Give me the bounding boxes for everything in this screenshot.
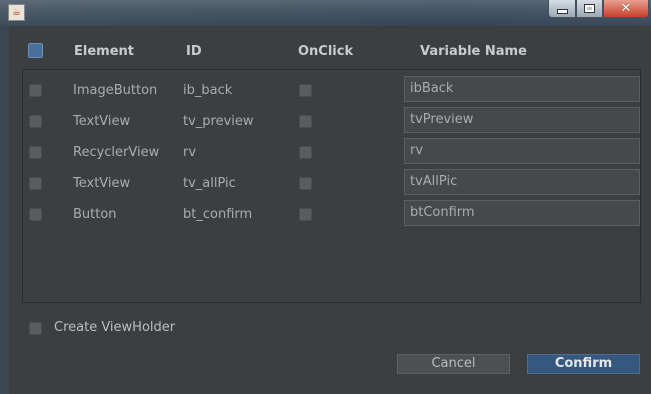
header-onclick: OnClick bbox=[298, 44, 354, 59]
variable-name-field[interactable]: tvPreview bbox=[404, 107, 640, 133]
element-type: RecyclerView bbox=[73, 145, 160, 160]
minimize-icon bbox=[556, 9, 568, 14]
variable-name-field[interactable]: btConfirm bbox=[404, 200, 640, 226]
maximize-icon bbox=[584, 4, 595, 13]
element-type: TextView bbox=[73, 114, 131, 129]
onclick-checkbox[interactable] bbox=[299, 177, 312, 190]
variable-name-field[interactable]: rv bbox=[404, 138, 640, 164]
row-select-checkbox[interactable] bbox=[29, 84, 42, 97]
dialog: Element ID OnClick Variable Name ImageBu… bbox=[9, 26, 651, 394]
onclick-checkbox[interactable] bbox=[299, 115, 312, 128]
row-select-checkbox[interactable] bbox=[29, 208, 42, 221]
table-row: RecyclerView rv rv bbox=[23, 137, 640, 168]
variable-name-field[interactable]: ibBack bbox=[404, 76, 640, 102]
table-row: TextView tv_allPic tvAllPic bbox=[23, 168, 640, 199]
element-id: ib_back bbox=[183, 83, 233, 98]
header-variable-name: Variable Name bbox=[420, 44, 527, 59]
element-type: TextView bbox=[73, 176, 131, 191]
header-id: ID bbox=[186, 44, 202, 59]
element-id: tv_allPic bbox=[183, 176, 236, 191]
table-row: ImageButton ib_back ibBack bbox=[23, 75, 640, 106]
table-row: TextView tv_preview tvPreview bbox=[23, 106, 640, 137]
element-type: Button bbox=[73, 207, 117, 222]
element-type: ImageButton bbox=[73, 83, 158, 98]
confirm-button[interactable]: Confirm bbox=[527, 354, 640, 374]
element-list: ImageButton ib_back ibBack TextView tv_p… bbox=[22, 69, 641, 303]
cancel-button[interactable]: Cancel bbox=[397, 354, 510, 374]
row-select-checkbox[interactable] bbox=[29, 115, 42, 128]
row-select-checkbox[interactable] bbox=[29, 146, 42, 159]
java-icon: ☕ bbox=[8, 4, 25, 21]
maximize-button[interactable] bbox=[576, 0, 603, 18]
element-id: tv_preview bbox=[183, 114, 254, 129]
onclick-checkbox[interactable] bbox=[299, 146, 312, 159]
create-viewholder-checkbox[interactable] bbox=[29, 322, 42, 335]
window-controls: ✕ bbox=[548, 0, 649, 20]
element-id: bt_confirm bbox=[183, 207, 253, 222]
create-viewholder-label: Create ViewHolder bbox=[54, 320, 176, 335]
header-element: Element bbox=[74, 44, 134, 59]
element-id: rv bbox=[183, 145, 197, 160]
variable-name-field[interactable]: tvAllPic bbox=[404, 169, 640, 195]
close-icon: ✕ bbox=[620, 1, 632, 16]
onclick-checkbox[interactable] bbox=[299, 208, 312, 221]
minimize-button[interactable] bbox=[548, 0, 576, 18]
row-select-checkbox[interactable] bbox=[29, 177, 42, 190]
select-all-checkbox[interactable] bbox=[28, 43, 43, 58]
table-row: Button bt_confirm btConfirm bbox=[23, 199, 640, 230]
close-button[interactable]: ✕ bbox=[603, 0, 649, 18]
onclick-checkbox[interactable] bbox=[299, 84, 312, 97]
